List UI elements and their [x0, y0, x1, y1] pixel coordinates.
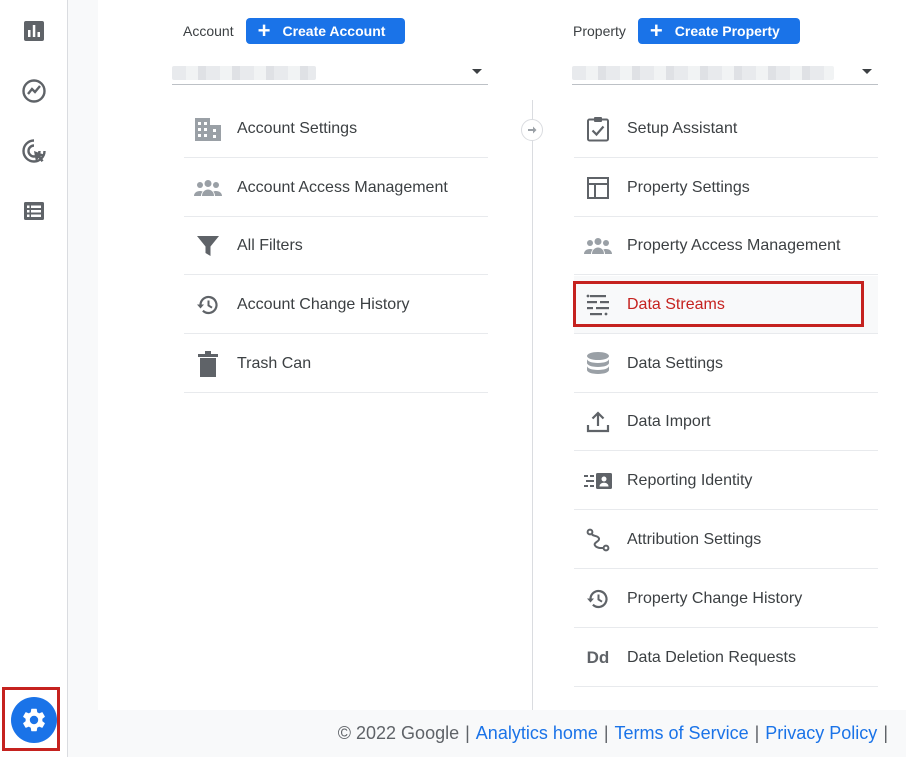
- identity-icon: [583, 466, 613, 496]
- property-access-management-item[interactable]: Property Access Management: [574, 217, 878, 275]
- create-account-label: Create Account: [282, 23, 386, 39]
- footer-separator: |: [603, 723, 609, 743]
- attribution-icon: [583, 525, 613, 555]
- nav-reports[interactable]: [14, 11, 54, 51]
- building-icon: [193, 114, 223, 144]
- create-property-button[interactable]: + Create Property: [637, 18, 800, 44]
- menu-item-label: Property Change History: [627, 589, 803, 607]
- property-label: Property: [573, 23, 626, 39]
- nav-explore[interactable]: [14, 71, 54, 111]
- footer-copyright: © 2022 Google: [337, 723, 460, 743]
- menu-item-label: Data Settings: [627, 354, 724, 372]
- account-settings-item[interactable]: Account Settings: [184, 100, 488, 158]
- create-account-button[interactable]: + Create Account: [245, 18, 406, 44]
- property-settings-item[interactable]: Property Settings: [574, 159, 878, 217]
- menu-item-label: Property Access Management: [627, 236, 841, 254]
- plus-icon: +: [649, 18, 663, 43]
- content-gutter: [68, 0, 98, 757]
- account-change-history-item[interactable]: Account Change History: [184, 276, 488, 334]
- left-nav-rail: [0, 0, 68, 757]
- admin-button[interactable]: [11, 697, 57, 743]
- history-icon: [193, 290, 223, 320]
- people-icon: [583, 231, 613, 261]
- create-property-label: Create Property: [674, 23, 780, 39]
- all-filters-item[interactable]: All Filters: [184, 217, 488, 275]
- menu-item-label: Account Settings: [237, 119, 358, 137]
- footer-separator: |: [754, 723, 760, 743]
- menu-item-label: Data Streams: [627, 295, 725, 313]
- account-access-management-item[interactable]: Account Access Management: [184, 159, 488, 217]
- account-label: Account: [183, 23, 234, 39]
- property-change-history-item[interactable]: Property Change History: [574, 570, 878, 628]
- setup-assistant-item[interactable]: Setup Assistant: [574, 100, 878, 158]
- column-divider: [532, 100, 533, 710]
- list-icon: [24, 202, 44, 220]
- target-cursor-icon: [22, 139, 46, 163]
- link-arrow-icon: [521, 119, 543, 141]
- account-selector[interactable]: [172, 60, 488, 85]
- property-name-redacted: [572, 66, 834, 80]
- menu-item-label: Setup Assistant: [627, 119, 738, 137]
- history-icon: [583, 584, 613, 614]
- people-icon: [193, 173, 223, 203]
- menu-item-label: Property Settings: [627, 178, 750, 196]
- menu-item-label: All Filters: [237, 236, 303, 254]
- bar-chart-icon: [24, 21, 44, 41]
- data-deletion-requests-item[interactable]: Dd Data Deletion Requests: [574, 629, 878, 687]
- property-column-header: Property + Create Property: [573, 18, 800, 44]
- data-import-item[interactable]: Data Import: [574, 393, 878, 451]
- data-streams-item[interactable]: Data Streams: [574, 276, 878, 334]
- database-icon: [583, 349, 613, 379]
- menu-item-label: Account Access Management: [237, 178, 448, 196]
- reporting-identity-item[interactable]: Reporting Identity: [574, 452, 878, 510]
- footer-link-privacy[interactable]: Privacy Policy: [765, 723, 877, 744]
- footer-link-analytics-home[interactable]: Analytics home: [476, 723, 598, 744]
- explore-trend-icon: [22, 79, 46, 103]
- footer-link-terms[interactable]: Terms of Service: [615, 723, 749, 744]
- layout-icon: [583, 173, 613, 203]
- dropdown-caret-icon: [862, 69, 872, 74]
- data-settings-item[interactable]: Data Settings: [574, 335, 878, 393]
- property-selector[interactable]: [572, 60, 878, 85]
- account-name-redacted: [172, 66, 316, 80]
- trash-can-item[interactable]: Trash Can: [184, 335, 488, 393]
- plus-icon: +: [257, 18, 271, 43]
- menu-item-label: Data Deletion Requests: [627, 648, 796, 666]
- dd-icon: Dd: [586, 647, 610, 667]
- checklist-icon: [583, 114, 613, 144]
- streams-icon: [583, 290, 613, 320]
- menu-item-label: Reporting Identity: [627, 471, 753, 489]
- trash-icon: [193, 349, 223, 379]
- upload-icon: [583, 407, 613, 437]
- gear-icon: [23, 708, 45, 732]
- footer: © 2022 Google | Analytics home | Terms o…: [98, 710, 906, 757]
- account-column-header: Account + Create Account: [183, 18, 406, 44]
- dropdown-caret-icon: [472, 69, 482, 74]
- menu-item-label: Data Import: [627, 412, 711, 430]
- footer-separator: |: [883, 723, 888, 743]
- nav-configure[interactable]: [14, 191, 54, 231]
- menu-item-label: Account Change History: [237, 295, 410, 313]
- menu-item-label: Attribution Settings: [627, 530, 762, 548]
- attribution-settings-item[interactable]: Attribution Settings: [574, 511, 878, 569]
- footer-separator: |: [465, 723, 470, 743]
- nav-advertising[interactable]: [14, 131, 54, 171]
- filter-icon: [193, 231, 223, 261]
- menu-item-label: Trash Can: [237, 354, 312, 372]
